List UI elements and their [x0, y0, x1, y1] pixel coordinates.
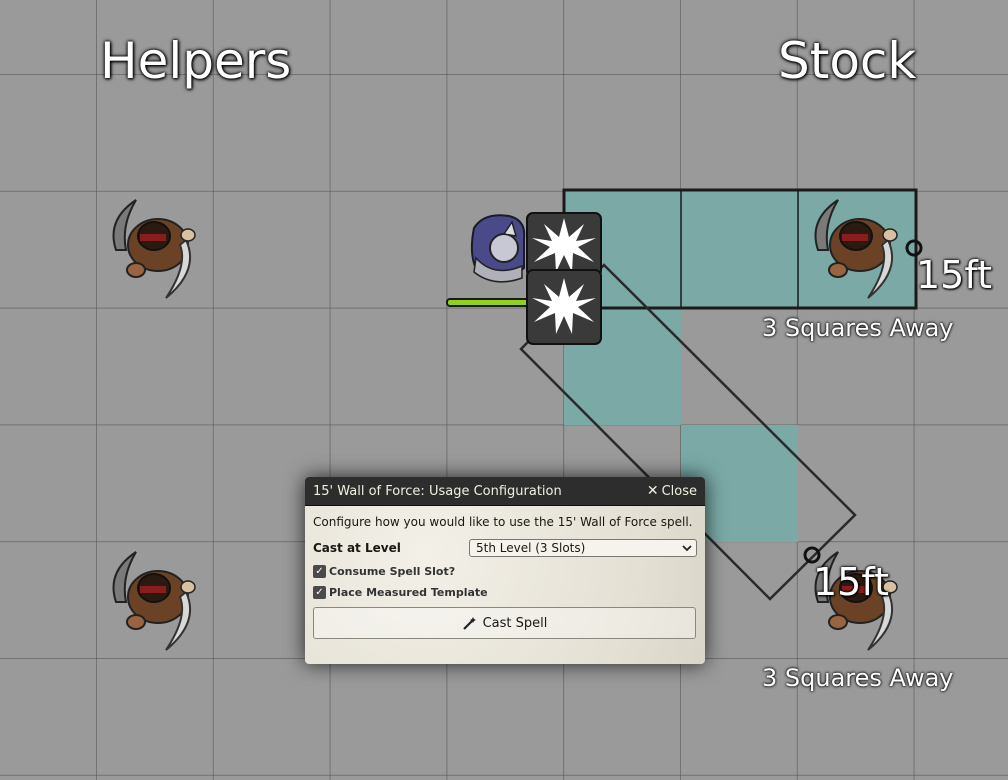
consume-slot-row: ✓ Consume Spell Slot? [313, 565, 697, 578]
game-canvas[interactable]: Helpers Stock 15ft 3 Squares Away 15ft 3… [0, 0, 1008, 780]
cast-spell-button[interactable]: Cast Spell [313, 607, 696, 639]
squares-away-label: 3 Squares Away [762, 664, 954, 692]
helpers-label: Helpers [100, 32, 292, 90]
magic-wand-icon [462, 617, 476, 630]
place-template-label: Place Measured Template [329, 586, 488, 599]
dialog-header[interactable]: 15' Wall of Force: Usage Configuration ✕… [305, 477, 705, 506]
bandit-token[interactable] [96, 190, 212, 306]
dialog-intro: Configure how you would like to use the … [313, 515, 693, 529]
stock-label: Stock [778, 32, 917, 90]
dialog-title: 15' Wall of Force: Usage Configuration [313, 483, 562, 499]
close-label: Close [661, 483, 697, 499]
cast-level-value: 5th Level (3 Slots) [476, 541, 586, 555]
place-template-checkbox[interactable]: ✓ [313, 586, 326, 599]
place-template-row: ✓ Place Measured Template [313, 586, 697, 599]
cast-spell-label: Cast Spell [482, 615, 548, 631]
close-button[interactable]: ✕ Close [647, 483, 697, 499]
distance-label: 15ft [916, 253, 992, 297]
cast-level-select[interactable]: 5th Level (3 Slots) [469, 539, 697, 557]
cast-level-row: Cast at Level 5th Level (3 Slots) [313, 539, 697, 557]
usage-configuration-dialog: 15' Wall of Force: Usage Configuration ✕… [305, 477, 705, 664]
burst-effect-group [526, 212, 602, 345]
cast-level-label: Cast at Level [313, 541, 401, 555]
squares-away-label: 3 Squares Away [762, 314, 954, 342]
close-icon: ✕ [646, 483, 659, 499]
dialog-body: Configure how you would like to use the … [305, 506, 705, 639]
bandit-token[interactable] [96, 542, 212, 658]
distance-label: 15ft [813, 560, 889, 604]
chevron-down-icon [682, 545, 692, 552]
consume-slot-label: Consume Spell Slot? [329, 565, 456, 578]
bandit-token[interactable] [798, 190, 914, 306]
consume-slot-checkbox[interactable]: ✓ [313, 565, 326, 578]
